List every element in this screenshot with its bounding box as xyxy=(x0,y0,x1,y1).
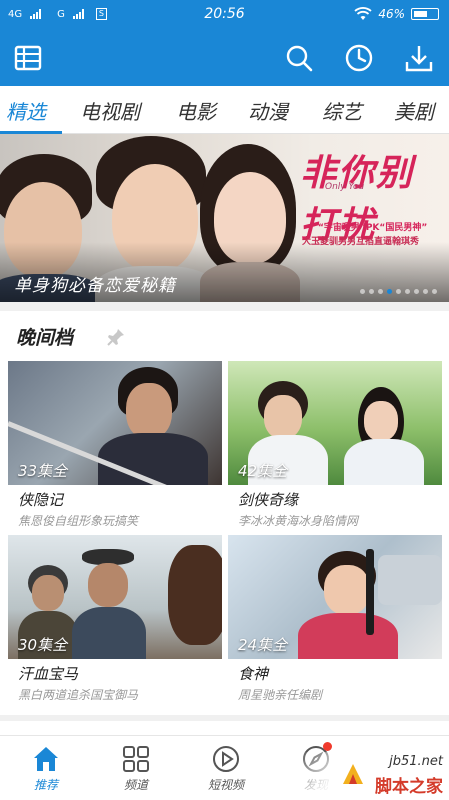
pagination-dot[interactable] xyxy=(369,289,374,294)
nav-label: 短视频 xyxy=(207,778,244,792)
tab-featured[interactable]: 精选 xyxy=(6,96,46,125)
nav-label: 推荐 xyxy=(33,778,58,792)
tab-anime[interactable]: 动漫 xyxy=(248,96,288,125)
next-section-peek xyxy=(0,721,449,735)
tab-variety[interactable]: 综艺 xyxy=(322,96,362,125)
channels-grid-icon xyxy=(123,746,149,772)
show-title: 侠隐记 xyxy=(18,491,64,509)
pagination-dot[interactable] xyxy=(414,289,419,294)
pagination-dot[interactable] xyxy=(387,289,392,294)
category-tabs: 精选 电视剧 电影 动漫 综艺 美剧 xyxy=(0,86,449,134)
home-icon xyxy=(34,747,58,771)
nav-recommend[interactable]: 推荐 xyxy=(6,744,86,793)
nav-channels[interactable]: 频道 xyxy=(96,744,176,793)
tab-us-series[interactable]: 美剧 xyxy=(394,96,434,125)
app-bar xyxy=(0,30,449,86)
show-title: 食神 xyxy=(238,665,269,683)
show-description: 周星驰亲任编剧 xyxy=(238,688,323,702)
battery-percent: 46% xyxy=(378,7,405,21)
show-description: 黑白两道追杀国宝御马 xyxy=(18,688,139,702)
download-icon[interactable] xyxy=(403,42,435,74)
search-icon[interactable] xyxy=(283,42,315,74)
tab-movies[interactable]: 电影 xyxy=(176,96,216,125)
show-title: 汗血宝马 xyxy=(18,665,79,683)
show-card[interactable]: 24集全 食神 周星驰亲任编剧 xyxy=(228,535,442,703)
pagination-dot[interactable] xyxy=(423,289,428,294)
pagination-dot[interactable] xyxy=(405,289,410,294)
nav-short-video[interactable]: 短视频 xyxy=(186,744,266,793)
watermark-name: 脚本之家 xyxy=(375,777,443,797)
show-poster[interactable]: 24集全 xyxy=(228,535,442,659)
status-bar: 4G G S 20:56 46% xyxy=(0,0,449,30)
episode-count: 30集全 xyxy=(18,636,68,654)
pagination-dot[interactable] xyxy=(378,289,383,294)
banner-art-subtitle: Only You xyxy=(325,182,365,192)
notification-badge xyxy=(323,742,332,751)
show-card[interactable]: 42集全 剑侠奇缘 李冰冰黄海冰身陷情网 xyxy=(228,361,442,529)
show-poster[interactable]: 30集全 xyxy=(8,535,222,659)
pagination-dot[interactable] xyxy=(396,289,401,294)
episode-count: 24集全 xyxy=(238,636,288,654)
show-card[interactable]: 30集全 汗血宝马 黑白两道追杀国宝御马 xyxy=(8,535,222,703)
show-card[interactable]: 33集全 侠隐记 焦恩俊自组形象玩搞笑 xyxy=(8,361,222,529)
show-description: 李冰冰黄海冰身陷情网 xyxy=(238,514,359,528)
section-title: 晚间档 xyxy=(16,327,74,349)
banner-art-line-1: “宇宙暖男”PK“国民男神” xyxy=(318,223,428,233)
pagination-dot[interactable] xyxy=(432,289,437,294)
history-icon[interactable] xyxy=(343,42,375,74)
hero-banner[interactable]: 非你别打扰 Only You “宇宙暖男”PK“国民男神” 大玉菱驯男男互掐直逼… xyxy=(0,134,449,302)
evening-section: 晚间档 33集全 侠隐记 焦恩俊自组形象玩搞笑 42集全 剑侠奇缘 李冰冰黄海冰… xyxy=(0,311,449,715)
show-poster[interactable]: 33集全 xyxy=(8,361,222,485)
play-circle-icon xyxy=(213,746,239,772)
banner-caption: 单身狗必备恋爱秘籍 xyxy=(14,276,176,296)
watermark: jb51.net 脚本之家 xyxy=(299,752,449,800)
episode-count: 42集全 xyxy=(238,462,288,480)
pin-icon[interactable] xyxy=(106,327,126,347)
nav-label: 频道 xyxy=(123,778,148,792)
tab-tv-series[interactable]: 电视剧 xyxy=(80,96,140,125)
watermark-url: jb51.net xyxy=(389,754,443,769)
watermark-logo-icon xyxy=(343,764,363,784)
wifi-icon xyxy=(354,7,372,20)
banner-pagination xyxy=(360,289,437,294)
show-title: 剑侠奇缘 xyxy=(238,491,299,509)
menu-grid-icon[interactable] xyxy=(12,42,44,74)
show-poster[interactable]: 42集全 xyxy=(228,361,442,485)
status-right: 46% xyxy=(354,7,439,21)
show-description: 焦恩俊自组形象玩搞笑 xyxy=(18,514,139,528)
battery-icon xyxy=(411,8,439,20)
pagination-dot[interactable] xyxy=(360,289,365,294)
episode-count: 33集全 xyxy=(18,462,68,480)
